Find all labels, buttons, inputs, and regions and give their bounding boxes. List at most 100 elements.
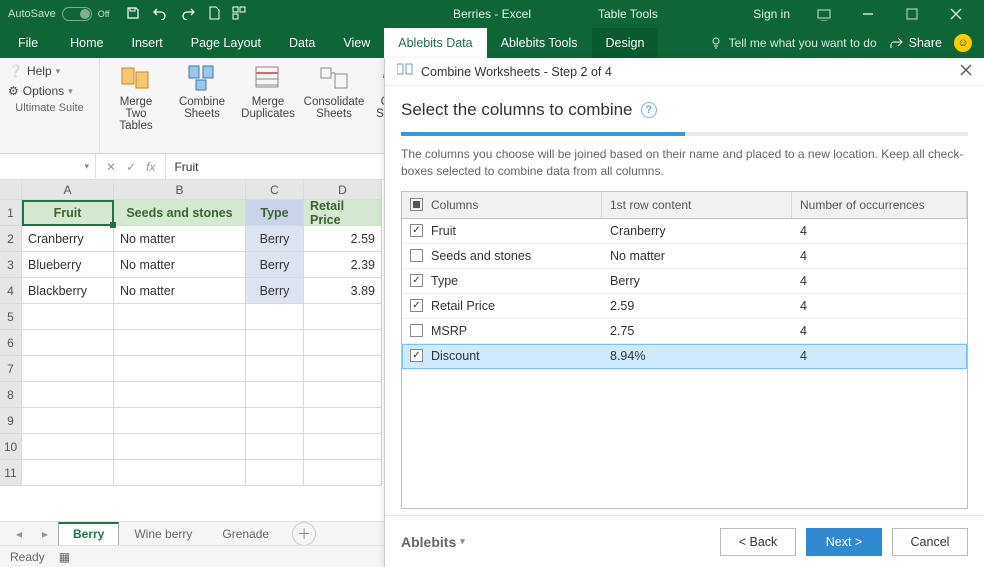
cell[interactable] xyxy=(246,408,304,434)
cell[interactable] xyxy=(246,330,304,356)
sheet-tab[interactable]: Berry xyxy=(58,522,119,546)
tab-scroll-left-icon[interactable]: ◂ xyxy=(6,527,32,541)
tab-scroll-right-icon[interactable]: ▸ xyxy=(32,527,58,541)
macro-record-icon[interactable]: ▦ xyxy=(59,550,70,564)
tab-view[interactable]: View xyxy=(329,28,384,58)
consolidate-sheets-button[interactable]: Consolidate Sheets xyxy=(306,62,362,120)
cell[interactable] xyxy=(22,382,114,408)
help-dropdown[interactable]: ❔Help ▾ xyxy=(8,62,98,80)
combine-sheets-button[interactable]: Combine Sheets xyxy=(174,62,230,120)
cell[interactable]: No matter xyxy=(114,252,246,278)
cell[interactable] xyxy=(22,330,114,356)
row-checkbox[interactable] xyxy=(410,249,423,262)
cell[interactable] xyxy=(304,460,382,486)
merge-duplicates-button[interactable]: Merge Duplicates xyxy=(240,62,296,120)
tab-file[interactable]: File xyxy=(6,28,56,58)
cell[interactable]: 2.59 xyxy=(304,226,382,252)
col-header[interactable]: C xyxy=(246,180,304,200)
options-dropdown[interactable]: ⚙Options ▾ xyxy=(8,82,98,100)
feedback-smiley-icon[interactable]: ☺ xyxy=(954,34,972,52)
new-file-icon[interactable] xyxy=(208,6,220,23)
sheet-tab[interactable]: Grenade xyxy=(207,522,284,546)
cell[interactable]: Retail Price xyxy=(304,200,382,226)
sheet-tab[interactable]: Wine berry xyxy=(119,522,207,546)
row-checkbox[interactable] xyxy=(410,299,423,312)
name-box[interactable]: ▾ xyxy=(0,154,96,179)
row-header[interactable]: 11 xyxy=(0,460,22,486)
cell[interactable]: Berry xyxy=(246,278,304,304)
cell[interactable] xyxy=(114,460,246,486)
cell[interactable] xyxy=(22,356,114,382)
row-header[interactable]: 10 xyxy=(0,434,22,460)
fill-handle[interactable] xyxy=(110,222,116,228)
confirm-formula-icon[interactable]: ✓ xyxy=(126,160,136,174)
table-row[interactable]: MSRP 2.75 4 xyxy=(402,319,967,344)
cancel-button[interactable]: Cancel xyxy=(892,528,968,556)
cell-a1[interactable]: Fruit xyxy=(22,200,114,226)
cancel-formula-icon[interactable]: ✕ xyxy=(106,160,116,174)
table-row[interactable]: Retail Price 2.59 4 xyxy=(402,294,967,319)
cell[interactable] xyxy=(304,304,382,330)
autosave-toggle[interactable]: AutoSave Off xyxy=(0,7,118,21)
row-header[interactable]: 3 xyxy=(0,252,22,278)
add-sheet-button[interactable]: ＋ xyxy=(292,522,316,546)
row-checkbox[interactable] xyxy=(410,274,423,287)
row-checkbox[interactable] xyxy=(410,324,423,337)
cell[interactable] xyxy=(114,356,246,382)
dialog-close-button[interactable] xyxy=(960,64,972,79)
cell[interactable]: No matter xyxy=(114,278,246,304)
col-header[interactable]: D xyxy=(304,180,382,200)
cell[interactable] xyxy=(246,460,304,486)
cell[interactable] xyxy=(114,408,246,434)
cell[interactable] xyxy=(304,408,382,434)
cell[interactable]: Cranberry xyxy=(22,226,114,252)
row-header[interactable]: 1 xyxy=(0,200,22,226)
select-all-corner[interactable] xyxy=(0,180,22,200)
tell-me-search[interactable]: Tell me what you want to do xyxy=(709,36,877,50)
row-checkbox[interactable] xyxy=(410,224,423,237)
redo-icon[interactable] xyxy=(180,6,196,23)
cell[interactable] xyxy=(114,382,246,408)
table-row[interactable]: Fruit Cranberry 4 xyxy=(402,219,967,244)
close-button[interactable] xyxy=(936,2,976,26)
row-header[interactable]: 6 xyxy=(0,330,22,356)
row-header[interactable]: 2 xyxy=(0,226,22,252)
cell[interactable] xyxy=(22,408,114,434)
cell[interactable] xyxy=(114,304,246,330)
cell[interactable] xyxy=(304,330,382,356)
share-button[interactable]: Share xyxy=(889,36,942,50)
tab-data[interactable]: Data xyxy=(275,28,329,58)
cell[interactable]: Berry xyxy=(246,252,304,278)
cell[interactable] xyxy=(246,304,304,330)
cell[interactable]: 2.39 xyxy=(304,252,382,278)
cell[interactable]: 3.89 xyxy=(304,278,382,304)
undo-icon[interactable] xyxy=(152,6,168,23)
row-header[interactable]: 9 xyxy=(0,408,22,434)
minimize-button[interactable] xyxy=(848,2,888,26)
tab-design[interactable]: Design xyxy=(592,28,659,58)
col-header[interactable]: B xyxy=(114,180,246,200)
row-header[interactable]: 7 xyxy=(0,356,22,382)
help-icon[interactable]: ? xyxy=(641,102,657,118)
cell[interactable] xyxy=(304,356,382,382)
merge-two-tables-button[interactable]: Merge Two Tables xyxy=(108,62,164,132)
maximize-button[interactable] xyxy=(892,2,932,26)
cell[interactable]: Type xyxy=(246,200,304,226)
row-header[interactable]: 5 xyxy=(0,304,22,330)
tab-insert[interactable]: Insert xyxy=(118,28,177,58)
cell[interactable] xyxy=(246,356,304,382)
cell[interactable]: Berry xyxy=(246,226,304,252)
cell[interactable] xyxy=(22,434,114,460)
table-row[interactable]: Type Berry 4 xyxy=(402,269,967,294)
next-button[interactable]: Next > xyxy=(806,528,882,556)
cell[interactable] xyxy=(246,434,304,460)
cell[interactable] xyxy=(114,434,246,460)
tab-page-layout[interactable]: Page Layout xyxy=(177,28,275,58)
back-button[interactable]: < Back xyxy=(720,528,796,556)
tab-ablebits-data[interactable]: Ablebits Data xyxy=(384,28,486,58)
col-header[interactable]: A xyxy=(22,180,114,200)
cell[interactable]: Blueberry xyxy=(22,252,114,278)
row-header[interactable]: 8 xyxy=(0,382,22,408)
row-checkbox[interactable] xyxy=(410,349,423,362)
touch-mode-icon[interactable] xyxy=(232,6,246,23)
